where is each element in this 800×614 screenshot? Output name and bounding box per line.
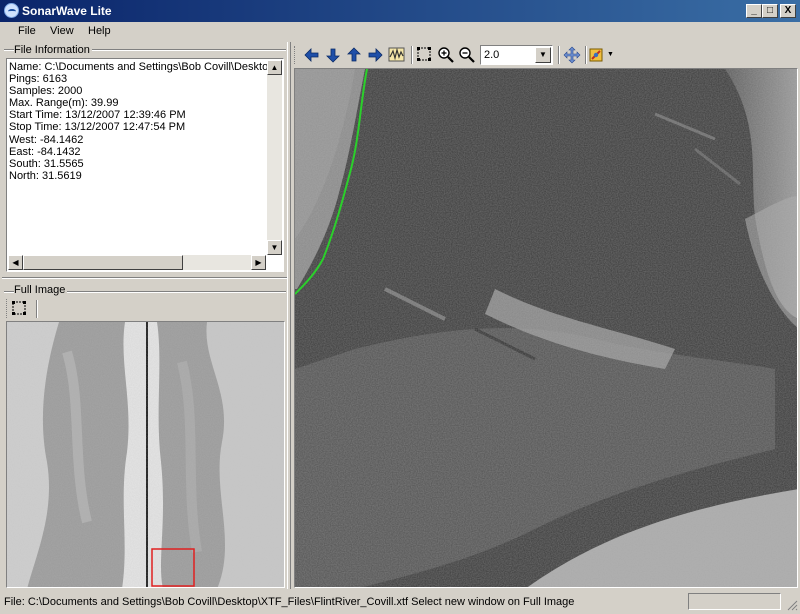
- info-line-east: East: -84.1432: [9, 145, 81, 158]
- zoom-rect-icon[interactable]: [415, 45, 435, 65]
- file-info-vertical-scrollbar[interactable]: ▲ ▼: [267, 60, 282, 255]
- main-toolbar: 2.0 ▼ ▼: [294, 43, 794, 67]
- info-line-name: Name: C:\Documents and Settings\Bob Covi…: [9, 61, 271, 73]
- info-line-pings: Pings: 6163: [9, 73, 68, 86]
- maximize-button[interactable]: □: [762, 4, 778, 18]
- full-sonar-overview[interactable]: [7, 322, 285, 588]
- status-text: File: C:\Documents and Settings\Bob Covi…: [4, 596, 575, 608]
- info-line-start-time: Start Time: 13/12/2007 12:39:46 PM: [9, 109, 186, 122]
- horizontal-scroll-thumb[interactable]: [23, 255, 183, 270]
- arrow-right-icon[interactable]: [365, 45, 385, 65]
- sonar-image-view[interactable]: [294, 68, 798, 588]
- palette-dropdown-arrow-icon[interactable]: ▼: [607, 51, 614, 58]
- info-line-south: South: 31.5565: [9, 157, 84, 170]
- info-line-north: North: 31.5619: [9, 169, 82, 182]
- combo-dropdown-arrow-icon[interactable]: ▼: [535, 47, 551, 63]
- close-button[interactable]: X: [780, 4, 796, 18]
- file-info-horizontal-scrollbar[interactable]: ◀ ▶: [8, 255, 266, 270]
- zoom-level-combobox[interactable]: 2.0 ▼: [480, 45, 553, 65]
- zoom-out-icon[interactable]: [457, 45, 477, 65]
- scroll-right-arrow-icon[interactable]: ▶: [251, 255, 266, 270]
- file-info-label: File Information: [14, 44, 92, 56]
- info-line-stop-time: Stop Time: 13/12/2007 12:47:54 PM: [9, 121, 186, 134]
- sonar-waterfall-image[interactable]: [295, 69, 798, 588]
- palette-settings-icon[interactable]: [588, 45, 608, 65]
- scroll-left-arrow-icon[interactable]: ◀: [8, 255, 23, 270]
- menu-view[interactable]: View: [50, 25, 74, 37]
- full-image-label: Full Image: [14, 284, 68, 296]
- toolbar-separator: [585, 46, 587, 64]
- toolbar-separator: [36, 300, 38, 318]
- zoom-rect-icon[interactable]: [10, 299, 30, 319]
- main-splitter[interactable]: [287, 42, 291, 589]
- menu-help[interactable]: Help: [88, 25, 111, 37]
- status-panel: [688, 593, 781, 610]
- resize-grip-icon[interactable]: [786, 599, 798, 611]
- menu-bar: File View Help: [0, 22, 800, 41]
- info-line-samples: Samples: 2000: [9, 85, 83, 98]
- window-title: SonarWave Lite: [22, 4, 112, 18]
- sonarwave-app-icon[interactable]: [4, 3, 19, 18]
- main-toolbar-grip: [294, 46, 297, 64]
- toolbar-separator: [558, 46, 560, 64]
- scroll-down-arrow-icon[interactable]: ▼: [267, 240, 282, 255]
- app-window: SonarWave Lite _ □ X File View Help File…: [0, 0, 800, 613]
- full-image-view[interactable]: [6, 321, 285, 588]
- minimize-button[interactable]: _: [746, 4, 762, 18]
- arrow-left-icon[interactable]: [302, 45, 322, 65]
- zoom-level-value: 2.0: [484, 49, 500, 61]
- file-info-textbox[interactable]: Name: C:\Documents and Settings\Bob Covi…: [6, 58, 284, 272]
- info-line-west: West: -84.1462: [9, 133, 84, 146]
- toolbar-grip: [6, 299, 9, 318]
- scroll-up-arrow-icon[interactable]: ▲: [267, 60, 282, 75]
- pan-move-icon[interactable]: [562, 45, 582, 65]
- zoom-in-icon[interactable]: [436, 45, 456, 65]
- arrow-down-icon[interactable]: [323, 45, 343, 65]
- arrow-up-icon[interactable]: [344, 45, 364, 65]
- status-bar: File: C:\Documents and Settings\Bob Covi…: [0, 591, 800, 613]
- left-panel-splitter[interactable]: [2, 277, 288, 279]
- waveform-icon[interactable]: [387, 45, 407, 65]
- menu-file[interactable]: File: [18, 25, 36, 37]
- file-info-text: Name: C:\Documents and Settings\Bob Covi…: [9, 61, 271, 255]
- toolbar-separator: [411, 46, 413, 64]
- info-line-max-range: Max. Range(m): 39.99: [9, 97, 119, 110]
- title-bar[interactable]: SonarWave Lite _ □ X: [0, 0, 800, 22]
- full-image-toolbar: [6, 298, 284, 320]
